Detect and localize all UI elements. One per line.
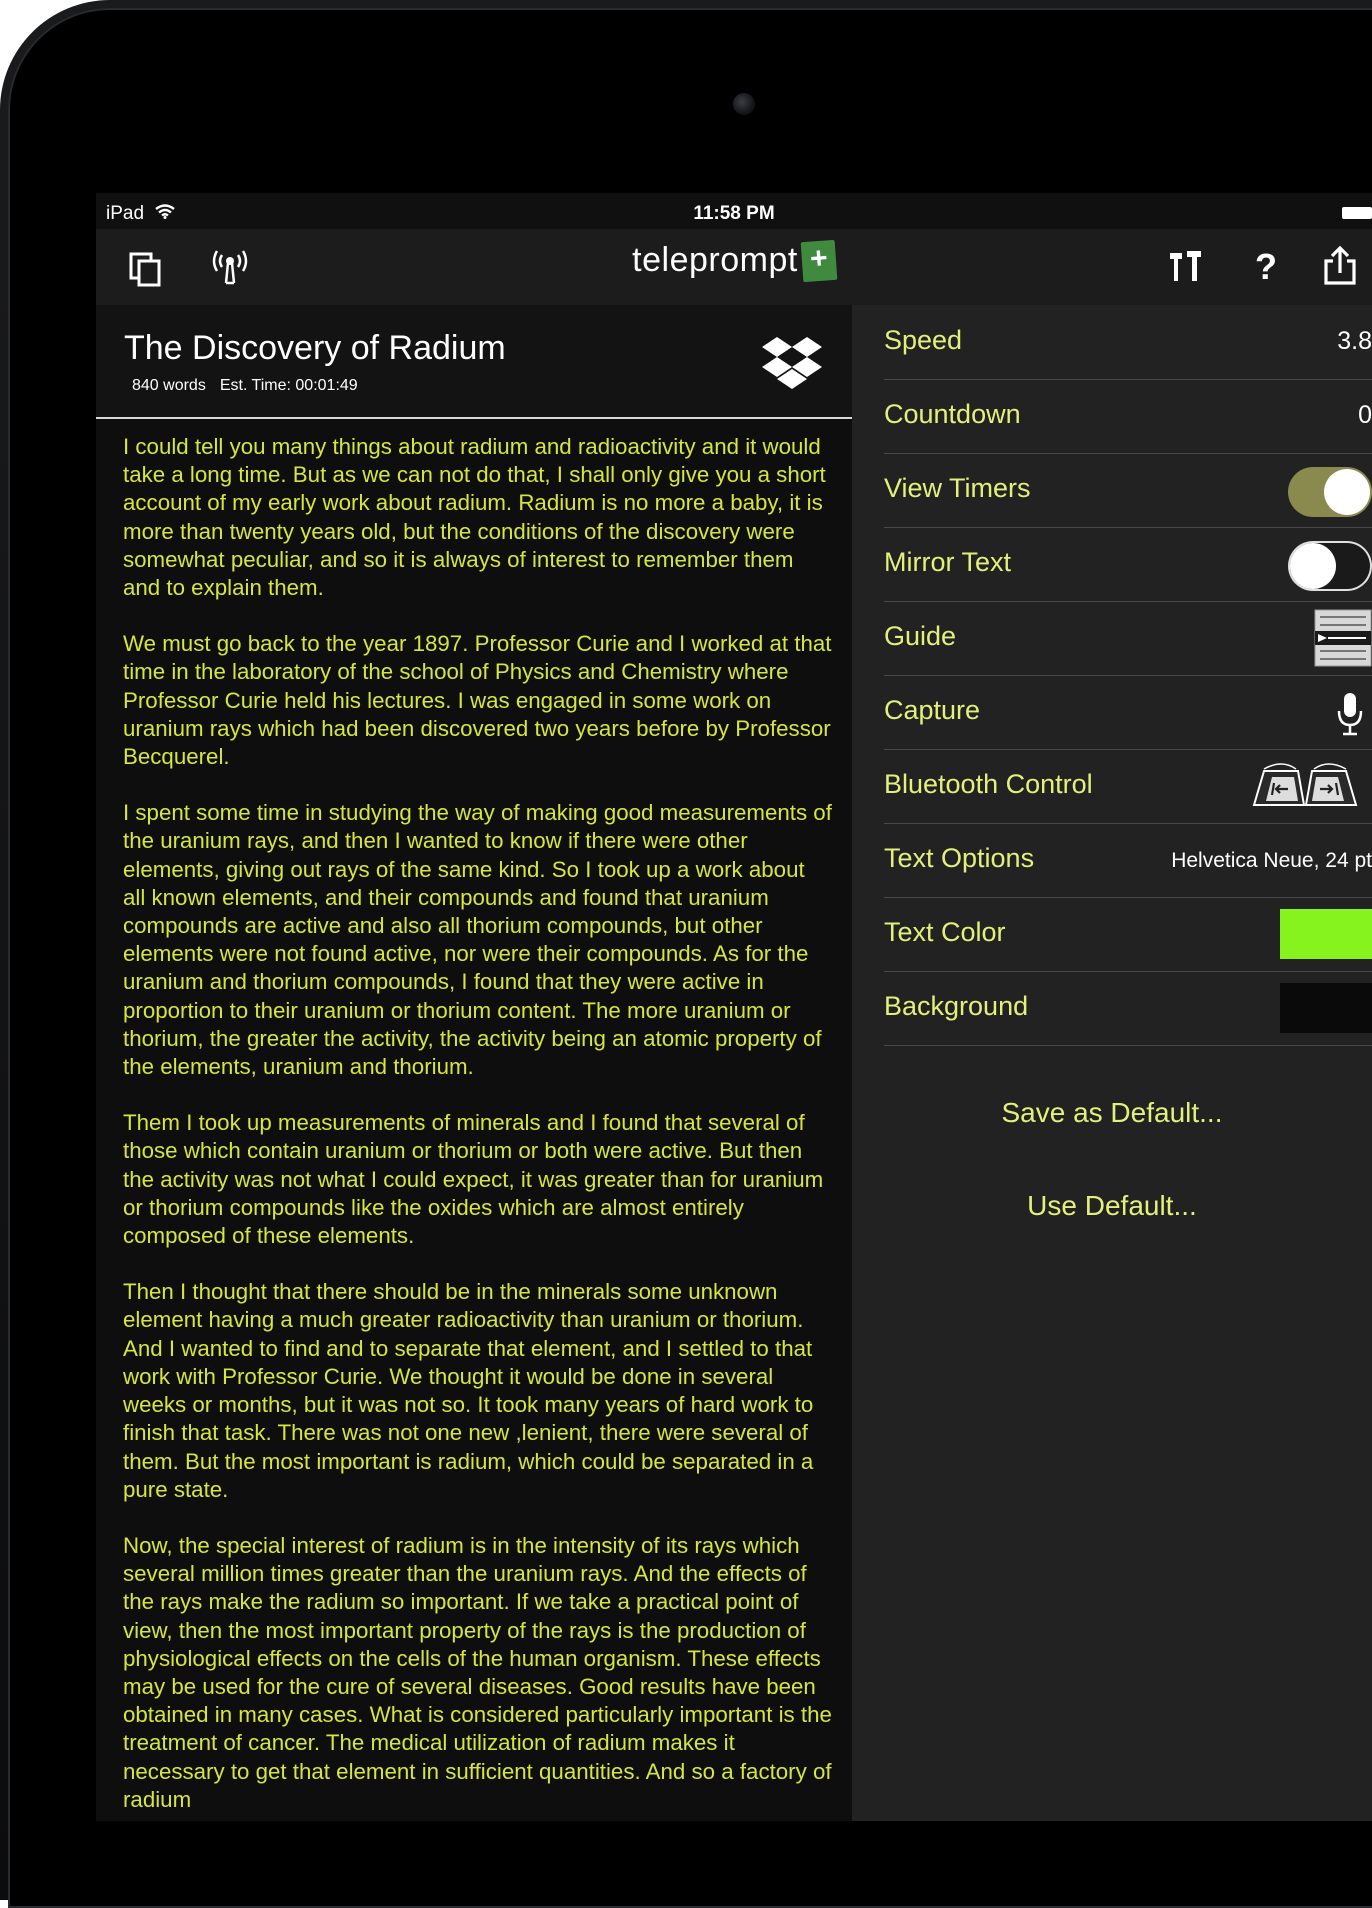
background-color-swatch[interactable]: [1280, 983, 1372, 1033]
mirror-text-toggle[interactable]: [1288, 541, 1372, 591]
bluetooth-keys-icon: [1252, 763, 1358, 806]
share-icon: [1324, 245, 1356, 285]
word-count: 840 words: [132, 377, 206, 394]
script-paragraph: Now, the special interest of radium is i…: [123, 1532, 832, 1812]
countdown-label: Countdown: [884, 399, 1021, 429]
setting-bluetooth[interactable]: Bluetooth Control: [884, 749, 1372, 824]
tools-icon: [1170, 251, 1201, 281]
document-header: The Discovery of Radium 840 words Est. Ti…: [96, 305, 852, 419]
microphone-icon: [1337, 693, 1363, 736]
toggle-knob: [1324, 469, 1370, 515]
help-button[interactable]: ?: [1246, 245, 1286, 289]
setting-text-options[interactable]: Text Options Helvetica Neue, 24 pt: [884, 823, 1372, 898]
share-button[interactable]: [1318, 243, 1362, 289]
script-text[interactable]: I could tell you many things about radiu…: [123, 433, 833, 1821]
text-color-label: Text Color: [884, 917, 1006, 947]
capture-label: Capture: [884, 695, 981, 725]
guide-icon: [1314, 609, 1372, 667]
help-icon: ?: [1255, 246, 1277, 287]
guide-label: Guide: [884, 621, 957, 651]
setting-mirror-text: Mirror Text: [884, 527, 1372, 602]
view-timers-toggle[interactable]: [1288, 467, 1372, 517]
dropbox-button[interactable]: [762, 335, 822, 396]
bluetooth-label: Bluetooth Control: [884, 769, 1093, 799]
script-paragraph: Them I took up measurements of minerals …: [123, 1110, 824, 1249]
document-title: The Discovery of Radium: [124, 329, 506, 367]
battery-icon: [1342, 207, 1372, 219]
screen: iPad 11:58 PM teleprompt + ? The Discove…: [96, 193, 1372, 1821]
top-toolbar: teleprompt + ?: [96, 229, 1372, 305]
script-paragraph: Then I thought that there should be in t…: [123, 1279, 814, 1502]
document-meta: 840 words Est. Time: 00:01:49: [132, 377, 372, 395]
setting-speed[interactable]: Speed 3.8: [884, 305, 1372, 380]
save-as-default-button[interactable]: Save as Default...: [852, 1097, 1372, 1129]
countdown-value: 0: [1358, 401, 1372, 429]
speed-label: Speed: [884, 325, 963, 355]
mirror-text-label: Mirror Text: [884, 547, 1012, 577]
setting-capture[interactable]: Capture: [884, 675, 1372, 750]
logo-plus: +: [800, 239, 838, 283]
script-paragraph: I could tell you many things about radiu…: [123, 434, 826, 601]
status-bar: iPad 11:58 PM: [96, 193, 1372, 229]
status-time: 11:58 PM: [693, 203, 775, 224]
text-options-value: Helvetica Neue, 24 pt: [1171, 849, 1372, 872]
use-default-button[interactable]: Use Default...: [852, 1190, 1372, 1222]
text-options-label: Text Options: [884, 843, 1035, 873]
background-label: Background: [884, 991, 1029, 1021]
logo-text: teleprompt: [632, 241, 798, 279]
dropbox-icon: [762, 337, 822, 389]
toggle-knob: [1290, 543, 1336, 589]
script-paragraph: We must go back to the year 1897. Profes…: [123, 631, 832, 770]
text-color-swatch[interactable]: [1280, 909, 1372, 959]
settings-pane: Speed 3.8 Countdown 0 View Timers Mirror…: [852, 305, 1372, 1821]
speed-value: 3.8: [1337, 327, 1372, 355]
setting-countdown[interactable]: Countdown 0: [884, 379, 1372, 454]
tools-button[interactable]: [1164, 245, 1208, 289]
script-pane: The Discovery of Radium 840 words Est. Ti…: [96, 305, 852, 1821]
estimated-time: Est. Time: 00:01:49: [219, 377, 358, 394]
front-camera: [733, 93, 755, 115]
view-timers-label: View Timers: [884, 473, 1031, 503]
setting-background[interactable]: Background: [884, 971, 1372, 1046]
setting-view-timers: View Timers: [884, 453, 1372, 528]
setting-guide[interactable]: Guide: [884, 601, 1372, 676]
setting-text-color[interactable]: Text Color: [884, 897, 1372, 972]
script-paragraph: I spent some time in studying the way of…: [123, 800, 832, 1080]
